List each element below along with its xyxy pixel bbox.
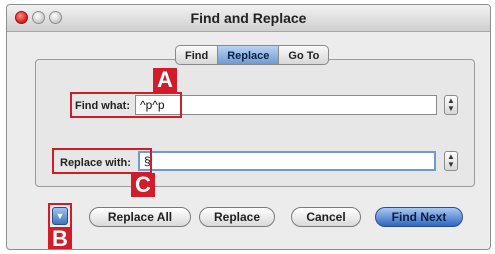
tab-find[interactable]: Find (175, 45, 218, 65)
replace-button[interactable]: Replace (199, 207, 275, 227)
replace-with-field[interactable] (138, 151, 436, 171)
callout-c-box (52, 148, 152, 174)
tab-replace[interactable]: Replace (217, 45, 279, 65)
title-bar: Find and Replace (7, 5, 490, 32)
find-options-stepper[interactable]: ▲ ▼ (444, 95, 458, 115)
find-next-button[interactable]: Find Next (375, 207, 463, 227)
window-title: Find and Replace (190, 10, 307, 26)
replace-all-button[interactable]: Replace All (89, 207, 191, 227)
find-replace-window: Find and Replace Find Replace Go To Find… (6, 4, 491, 250)
cancel-button[interactable]: Cancel (291, 207, 361, 227)
up-down-stepper-icon: ▲ ▼ (447, 96, 455, 113)
callout-c-label: C (131, 173, 155, 197)
up-down-stepper-icon: ▲ ▼ (447, 152, 455, 169)
callout-b-label: B (48, 227, 72, 249)
replace-options-stepper[interactable]: ▲ ▼ (444, 151, 458, 171)
tab-bar: Find Replace Go To (175, 45, 330, 67)
callout-a-box (70, 92, 182, 118)
tab-go-to[interactable]: Go To (278, 45, 330, 65)
callout-a-label: A (153, 68, 177, 92)
